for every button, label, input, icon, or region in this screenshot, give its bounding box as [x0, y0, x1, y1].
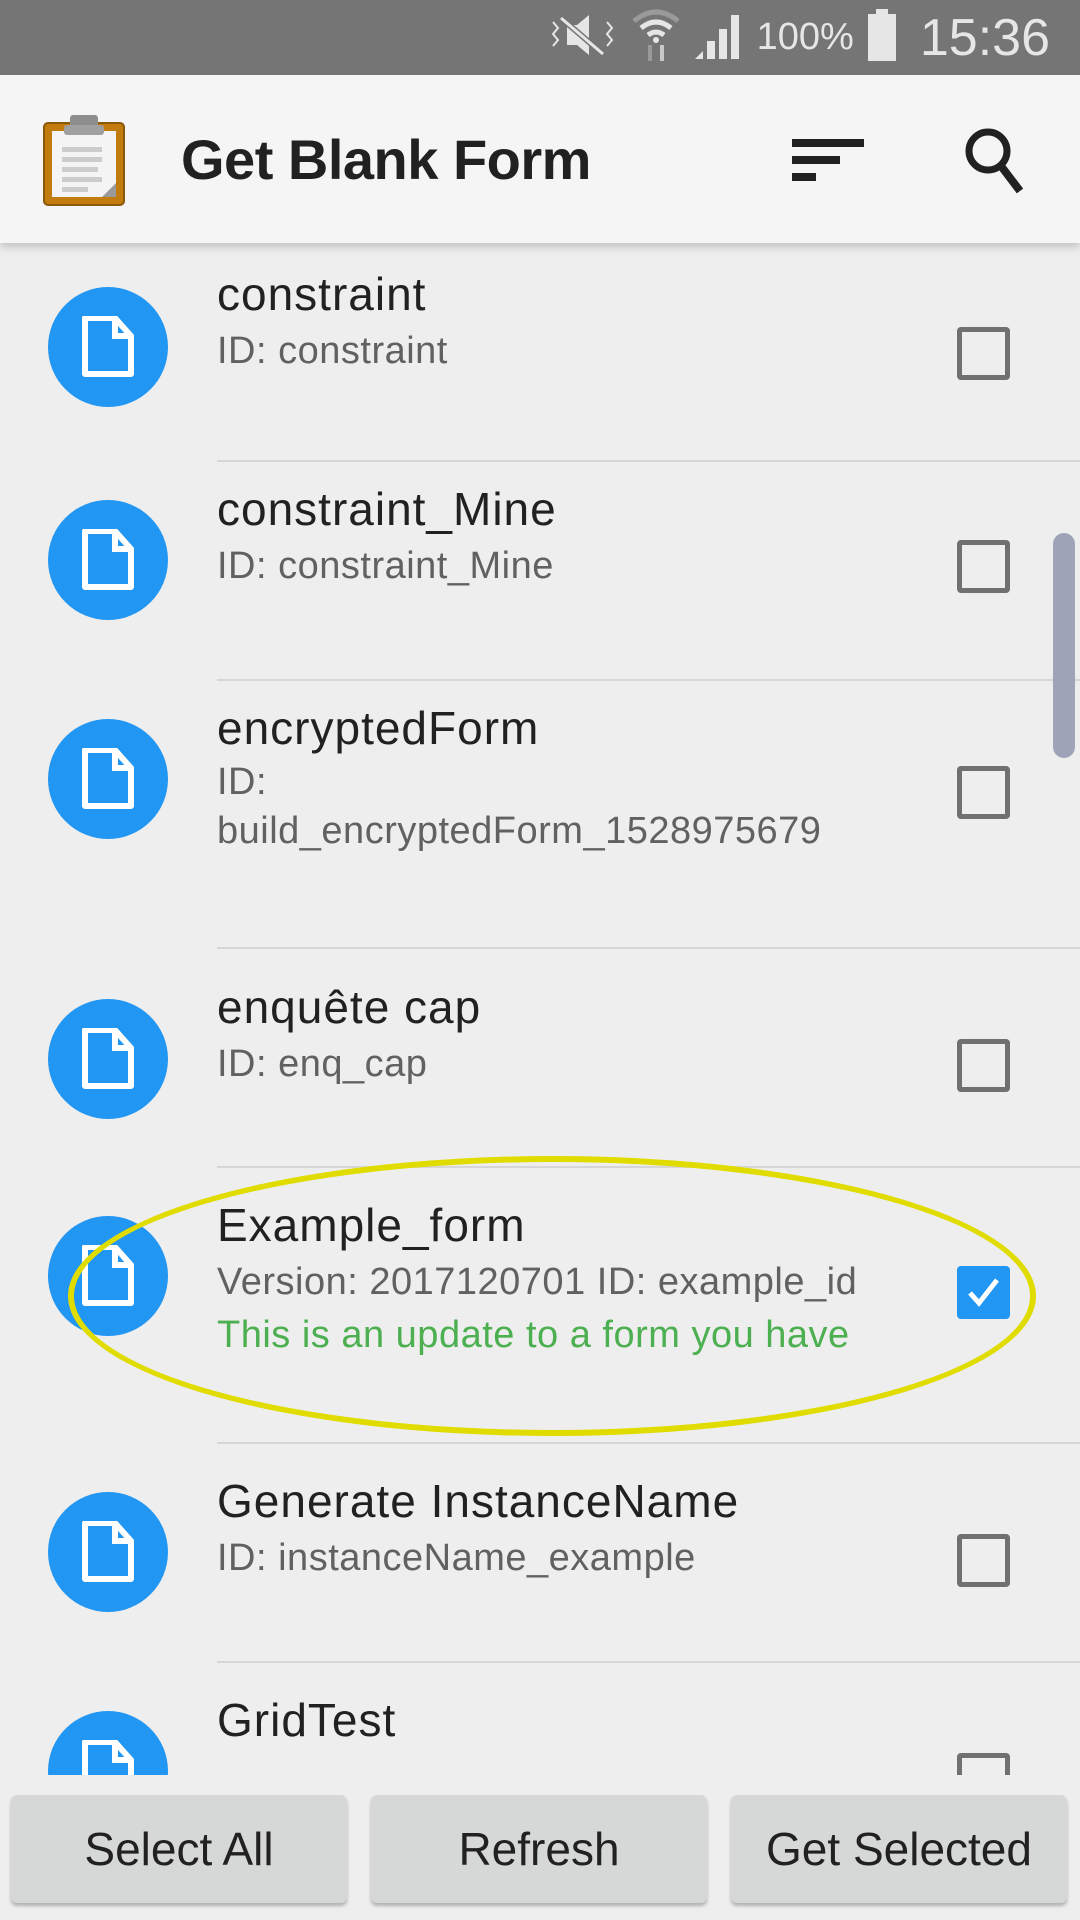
form-detail: ID: constraint_Mine	[217, 545, 554, 587]
search-icon	[950, 128, 1040, 203]
form-list-item[interactable]: GridTest	[0, 1663, 1080, 1775]
form-checkbox[interactable]	[957, 766, 1010, 819]
bottom-action-bar: Select All Refresh Get Selected	[0, 1775, 1080, 1920]
form-checkbox-checked[interactable]	[957, 1266, 1010, 1319]
document-icon	[82, 1521, 134, 1582]
form-checkbox[interactable]	[957, 327, 1010, 380]
form-avatar	[48, 500, 168, 620]
document-icon	[82, 1740, 134, 1775]
form-avatar	[48, 1711, 168, 1775]
form-list-item[interactable]: constraint ID: constraint	[0, 247, 1080, 462]
form-avatar	[48, 999, 168, 1119]
form-name: GridTest	[217, 1694, 397, 1746]
form-checkbox[interactable]	[957, 1753, 1010, 1775]
form-avatar	[48, 719, 168, 839]
sort-button[interactable]	[780, 119, 870, 199]
sort-icon	[780, 139, 870, 203]
select-all-button[interactable]: Select All	[11, 1795, 347, 1903]
form-avatar	[48, 287, 168, 407]
form-list[interactable]: constraint ID: constraint constraint_Min…	[0, 243, 1080, 1775]
form-avatar	[48, 1492, 168, 1612]
page-title: Get Blank Form	[181, 128, 591, 191]
document-icon	[82, 316, 134, 377]
form-list-item[interactable]: constraint_Mine ID: constraint_Mine	[0, 462, 1080, 681]
app-bar: Get Blank Form	[0, 75, 1080, 243]
form-list-item[interactable]: enquête cap ID: enq_cap	[0, 949, 1080, 1168]
form-detail: ID: enq_cap	[217, 1043, 428, 1085]
form-detail-line2: build_encryptedForm_1528975679	[217, 810, 822, 852]
form-list-item[interactable]: Generate InstanceName ID: instanceName_e…	[0, 1444, 1080, 1663]
form-checkbox[interactable]	[957, 1039, 1010, 1092]
form-name: constraint_Mine	[217, 483, 557, 535]
search-button[interactable]	[950, 119, 1040, 199]
clock: 15:36	[919, 8, 1050, 67]
form-name: Example_form	[217, 1199, 526, 1251]
document-icon	[82, 748, 134, 809]
battery-icon	[867, 9, 896, 66]
list-scrollbar[interactable]	[1053, 533, 1075, 758]
form-list-item[interactable]: Example_form Version: 2017120701 ID: exa…	[0, 1168, 1080, 1444]
form-name: enquête cap	[217, 981, 482, 1033]
form-detail: ID: constraint	[217, 330, 448, 372]
form-detail: Version: 2017120701 ID: example_id	[217, 1261, 858, 1303]
form-list-item[interactable]: encryptedForm ID: build_encryptedForm_15…	[0, 681, 1080, 949]
document-icon	[82, 1245, 134, 1306]
form-avatar	[48, 1216, 168, 1336]
form-name: constraint	[217, 268, 427, 320]
battery-percent: 100%	[756, 16, 854, 58]
document-icon	[82, 529, 134, 590]
status-bar: 100% 15:36	[0, 0, 1080, 75]
get-selected-button[interactable]: Get Selected	[731, 1795, 1067, 1903]
signal-icon	[694, 11, 743, 64]
form-detail-line1: ID:	[217, 761, 268, 803]
document-icon	[82, 1028, 134, 1089]
vibrate-mute-icon	[547, 10, 617, 65]
clipboard-icon	[42, 111, 126, 207]
form-detail: ID: instanceName_example	[217, 1537, 696, 1579]
refresh-button[interactable]: Refresh	[371, 1795, 707, 1903]
update-note: This is an update to a form you have	[217, 1314, 850, 1356]
form-name: encryptedForm	[217, 702, 540, 754]
checkmark-icon	[968, 1278, 999, 1307]
wifi-icon	[631, 7, 681, 68]
form-name: Generate InstanceName	[217, 1475, 740, 1527]
form-checkbox[interactable]	[957, 1534, 1010, 1587]
form-checkbox[interactable]	[957, 540, 1010, 593]
